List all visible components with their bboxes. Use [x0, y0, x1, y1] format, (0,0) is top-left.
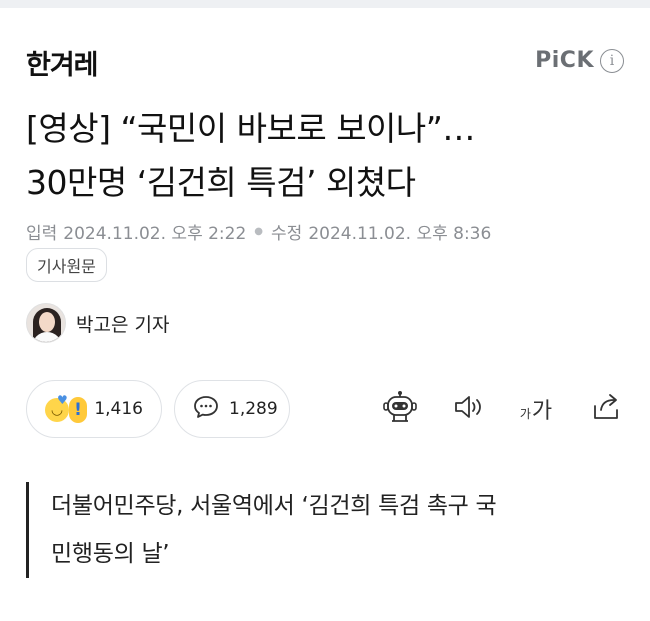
- comment-button[interactable]: 1,289: [174, 380, 290, 438]
- header: 한겨레 PiCK i: [0, 8, 650, 88]
- modified-label: 수정: [271, 224, 303, 244]
- font-size-button[interactable]: 가가: [516, 392, 556, 426]
- share-icon: [591, 392, 623, 426]
- summary-button[interactable]: [381, 390, 419, 428]
- date-separator: ●: [254, 226, 264, 237]
- modified-date: 2024.11.02. 오후 8:36: [308, 224, 492, 244]
- comment-count: 1,289: [229, 399, 278, 419]
- comment-bubble-icon: [193, 394, 219, 424]
- article-action-bar: ◡ ♥ ! 1,416 1,289 가가: [0, 380, 650, 440]
- top-status-strip: [0, 0, 650, 8]
- headline-line-2: 30만명 ‘김건희 특검’ 외쳤다: [26, 163, 416, 202]
- font-size-icon: 가가: [519, 399, 553, 424]
- press-logo[interactable]: 한겨레: [26, 43, 99, 82]
- headline-line-1: [영상] “국민이 바보로 보이나”…: [26, 109, 475, 148]
- robot-summary-icon: [382, 390, 418, 428]
- article-dates: 입력 2024.11.02. 오후 2:22 ● 수정 2024.11.02. …: [26, 219, 491, 244]
- share-button[interactable]: [590, 392, 624, 426]
- speaker-icon: [453, 393, 485, 425]
- listen-button[interactable]: [452, 392, 486, 426]
- published-label: 입력: [26, 224, 58, 244]
- article-headline: [영상] “국민이 바보로 보이나”… 30만명 ‘김건희 특검’ 외쳤다: [26, 102, 626, 210]
- reporter-name[interactable]: 박고은 기자: [76, 310, 169, 337]
- original-article-button[interactable]: 기사원문: [26, 248, 107, 282]
- reporter-info[interactable]: 박고은 기자: [26, 303, 169, 343]
- reporter-avatar[interactable]: [26, 303, 66, 343]
- pick-label: PiCK: [535, 48, 594, 73]
- article-subheadline: 더불어민주당, 서울역에서 ‘김건희 특검 촉구 국 민행동의 날’: [26, 482, 626, 578]
- info-icon[interactable]: i: [600, 48, 624, 73]
- reaction-emoji-icon: ◡ ♥ !: [45, 393, 87, 423]
- pick-badge[interactable]: PiCK i: [535, 48, 624, 73]
- subheadline-line-1: 더불어민주당, 서울역에서 ‘김건희 특검 촉구 국: [51, 493, 497, 519]
- subheadline-line-2: 민행동의 날’: [51, 541, 170, 567]
- reaction-count: 1,416: [94, 399, 143, 419]
- reaction-button[interactable]: ◡ ♥ ! 1,416: [26, 380, 162, 438]
- published-date: 2024.11.02. 오후 2:22: [63, 224, 247, 244]
